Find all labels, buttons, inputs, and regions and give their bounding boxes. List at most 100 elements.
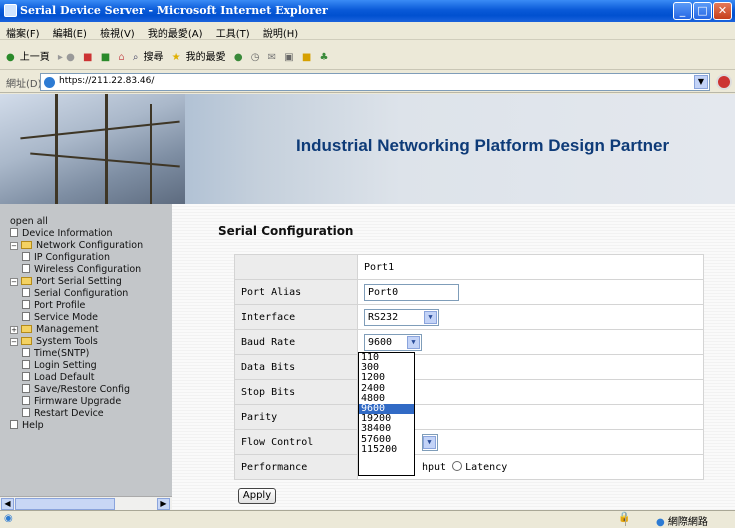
forward-icon[interactable]: ▸ ●	[58, 52, 75, 63]
menu-help[interactable]: 說明(H)	[263, 29, 298, 40]
page-icon	[22, 288, 30, 297]
media-icon[interactable]: ●	[234, 52, 243, 63]
edit-icon[interactable]: ■	[302, 52, 311, 63]
ie-icon	[4, 4, 17, 17]
sidebar-scrollbar[interactable]: ◀ ▶	[0, 496, 172, 510]
sidebar-item-login-setting[interactable]: Login Setting	[22, 360, 97, 371]
table-row: Parity	[234, 404, 704, 430]
sidebar-item-network-configuration[interactable]: − Network Configuration	[10, 240, 143, 251]
parity-label: Parity	[234, 404, 358, 430]
history-icon[interactable]: ◷	[251, 52, 260, 63]
table-row: Stop Bits	[234, 379, 704, 405]
expand-icon[interactable]: +	[10, 326, 18, 334]
sidebar-item-system-tools[interactable]: − System Tools	[10, 336, 98, 347]
search-button[interactable]: 搜尋	[143, 52, 163, 63]
chevron-down-icon[interactable]: ▼	[424, 310, 437, 324]
sidebar-item-load-default[interactable]: Load Default	[22, 372, 95, 383]
scroll-thumb[interactable]	[15, 498, 115, 510]
folder-icon	[21, 277, 32, 285]
sidebar-item-device-information[interactable]: Device Information	[10, 228, 113, 239]
ship-photo	[0, 94, 185, 204]
address-input[interactable]: https://211.22.83.46/ ▼	[40, 73, 710, 91]
menu-favorites[interactable]: 我的最愛(A)	[148, 29, 203, 40]
window-titlebar: Serial Device Server - Microsoft Interne…	[0, 0, 735, 22]
search-icon[interactable]: ⌕	[133, 52, 139, 63]
latency-radio[interactable]	[452, 461, 463, 471]
banner: Industrial Networking Platform Design Pa…	[0, 94, 735, 204]
dropdown-option[interactable]: 38400	[359, 424, 414, 434]
back-button[interactable]: 上一頁	[20, 52, 50, 63]
sidebar-item-time-sntp[interactable]: Time(SNTP)	[22, 348, 89, 359]
interface-label: Interface	[234, 304, 358, 330]
menu-edit[interactable]: 編輯(E)	[53, 29, 87, 40]
baud-rate-select[interactable]: 9600 ▼	[364, 333, 422, 351]
sidebar-item-service-mode[interactable]: Service Mode	[22, 312, 98, 323]
favorites-icon[interactable]: ★	[172, 52, 181, 63]
baud-rate-label: Baud Rate	[234, 329, 358, 355]
flow-control-label: Flow Control	[234, 429, 358, 455]
page-icon	[22, 300, 30, 309]
back-icon[interactable]: ●	[6, 52, 15, 63]
scroll-right-icon[interactable]: ▶	[157, 498, 170, 510]
banner-title: Industrial Networking Platform Design Pa…	[296, 136, 670, 155]
mail-icon[interactable]: ✉	[268, 52, 276, 63]
page-icon	[10, 420, 18, 429]
go-icon[interactable]	[716, 74, 732, 90]
table-row: Interface RS232 ▼	[234, 304, 704, 330]
port-alias-input[interactable]: Port0	[364, 283, 459, 301]
page-icon	[22, 372, 30, 381]
close-button[interactable]: ✕	[713, 2, 732, 20]
sidebar-item-wireless-configuration[interactable]: Wireless Configuration	[22, 264, 141, 275]
menu-view[interactable]: 檢視(V)	[100, 29, 135, 40]
refresh-icon[interactable]: ■	[101, 52, 110, 63]
dropdown-option-selected[interactable]: 9600	[359, 403, 414, 415]
folder-icon	[21, 325, 32, 333]
sidebar-item-help[interactable]: Help	[10, 420, 44, 431]
stop-icon[interactable]: ■	[83, 52, 92, 63]
folder-icon	[21, 337, 32, 345]
menu-tools[interactable]: 工具(T)	[216, 29, 250, 40]
print-icon[interactable]: ▣	[284, 52, 293, 63]
chevron-down-icon[interactable]: ▼	[423, 435, 436, 449]
collapse-icon[interactable]: −	[10, 338, 18, 346]
status-bar: ◉ 🔒 ● 網際網路	[0, 510, 735, 528]
sidebar-item-restart-device[interactable]: Restart Device	[22, 408, 104, 419]
scroll-left-icon[interactable]: ◀	[1, 498, 14, 510]
chevron-down-icon[interactable]: ▼	[407, 335, 420, 349]
page-icon	[22, 396, 30, 405]
table-row: Flow Control ▼	[234, 429, 704, 455]
apply-button[interactable]: Apply	[238, 488, 276, 504]
home-icon[interactable]: ⌂	[118, 52, 124, 63]
throughput-label: hput	[422, 462, 447, 473]
address-label: 網址(D)	[6, 79, 42, 90]
baud-rate-dropdown-list: 110 300 1200 2400 4800 9600 19200 38400 …	[358, 352, 415, 476]
sidebar-item-serial-configuration[interactable]: Serial Configuration	[22, 288, 128, 299]
table-row: Data Bits	[234, 354, 704, 380]
sidebar-item-port-serial-setting[interactable]: − Port Serial Setting	[10, 276, 122, 287]
performance-label: Performance	[234, 454, 358, 480]
favorites-button[interactable]: 我的最愛	[186, 52, 226, 63]
table-row: Port Alias Port0	[234, 279, 704, 305]
window-title: Serial Device Server - Microsoft Interne…	[20, 4, 328, 17]
sidebar-item-management[interactable]: + Management	[10, 324, 99, 335]
flow-control-select[interactable]: ▼	[422, 433, 438, 451]
sidebar-item-firmware-upgrade[interactable]: Firmware Upgrade	[22, 396, 121, 407]
collapse-icon[interactable]: −	[10, 278, 18, 286]
address-dropdown-icon[interactable]: ▼	[694, 75, 708, 89]
menu-file[interactable]: 檔案(F)	[6, 29, 40, 40]
page-icon	[22, 408, 30, 417]
page-title: Serial Configuration	[218, 224, 354, 238]
interface-select[interactable]: RS232 ▼	[364, 308, 439, 326]
sidebar-item-port-profile[interactable]: Port Profile	[22, 300, 85, 311]
collapse-icon[interactable]: −	[10, 242, 18, 250]
sidebar-item-ip-configuration[interactable]: IP Configuration	[22, 252, 110, 263]
messenger-icon[interactable]: ♣	[320, 52, 329, 63]
zone-label: 網際網路	[667, 517, 708, 528]
open-all-link[interactable]: open all	[10, 216, 48, 227]
page-icon	[22, 312, 30, 321]
maximize-button[interactable]: □	[693, 2, 712, 20]
sidebar-item-save-restore-config[interactable]: Save/Restore Config	[22, 384, 130, 395]
dropdown-option[interactable]: 115200	[359, 444, 414, 455]
minimize-button[interactable]: _	[673, 2, 692, 20]
globe-icon: ●	[656, 517, 668, 528]
